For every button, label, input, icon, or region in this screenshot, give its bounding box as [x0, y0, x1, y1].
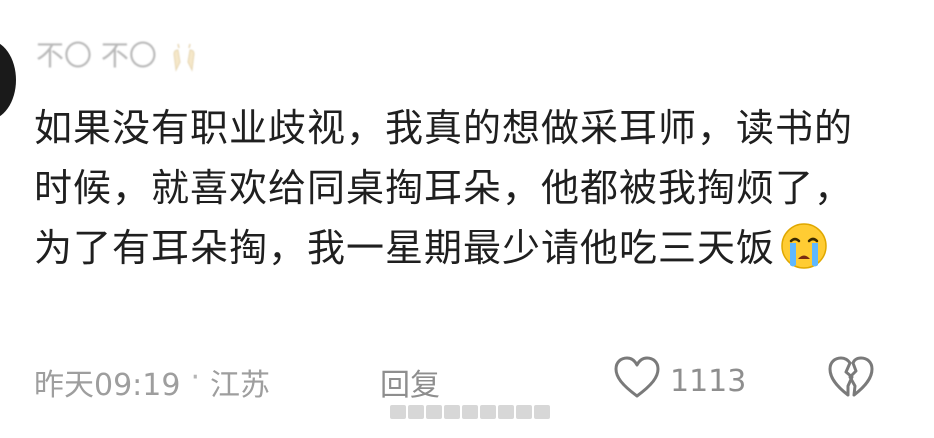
comment-time: 昨天09:19 [34, 368, 181, 403]
like-button[interactable]: 1113 [612, 354, 746, 408]
reply-button[interactable]: 回复 [380, 360, 440, 404]
comment-body: 如果没有职业歧视，我真的想做采耳师，读书的时候，就喜欢给同桌掏耳朵，他都被我掏烦… [34, 98, 864, 278]
username[interactable]: 不〇 不〇 [36, 36, 157, 76]
loudly-crying-face-icon [779, 221, 829, 271]
meta-separator: · [190, 360, 201, 395]
comment-text: 如果没有职业歧视，我真的想做采耳师，读书的时候，就喜欢给同桌掏耳朵，他都被我掏烦… [34, 106, 854, 270]
clapping-hands-icon [165, 37, 203, 75]
heart-outline-icon [612, 354, 662, 408]
comment-footer: 昨天09:19 · 江苏 回复 1113 [34, 354, 894, 404]
comment-meta: 昨天09:19 · 江苏 [34, 360, 270, 404]
like-count: 1113 [670, 363, 747, 399]
comment-card: 不〇 不〇 如果没有职业歧视，我真的想做采耳师，读书的时候，就喜欢给同桌掏耳朵，… [0, 0, 934, 438]
broken-heart-icon [826, 356, 876, 408]
username-row: 不〇 不〇 [36, 36, 203, 76]
dislike-button[interactable] [826, 354, 876, 408]
watermark [390, 402, 550, 422]
comment-location: 江苏 [210, 368, 271, 403]
avatar[interactable] [0, 40, 16, 120]
